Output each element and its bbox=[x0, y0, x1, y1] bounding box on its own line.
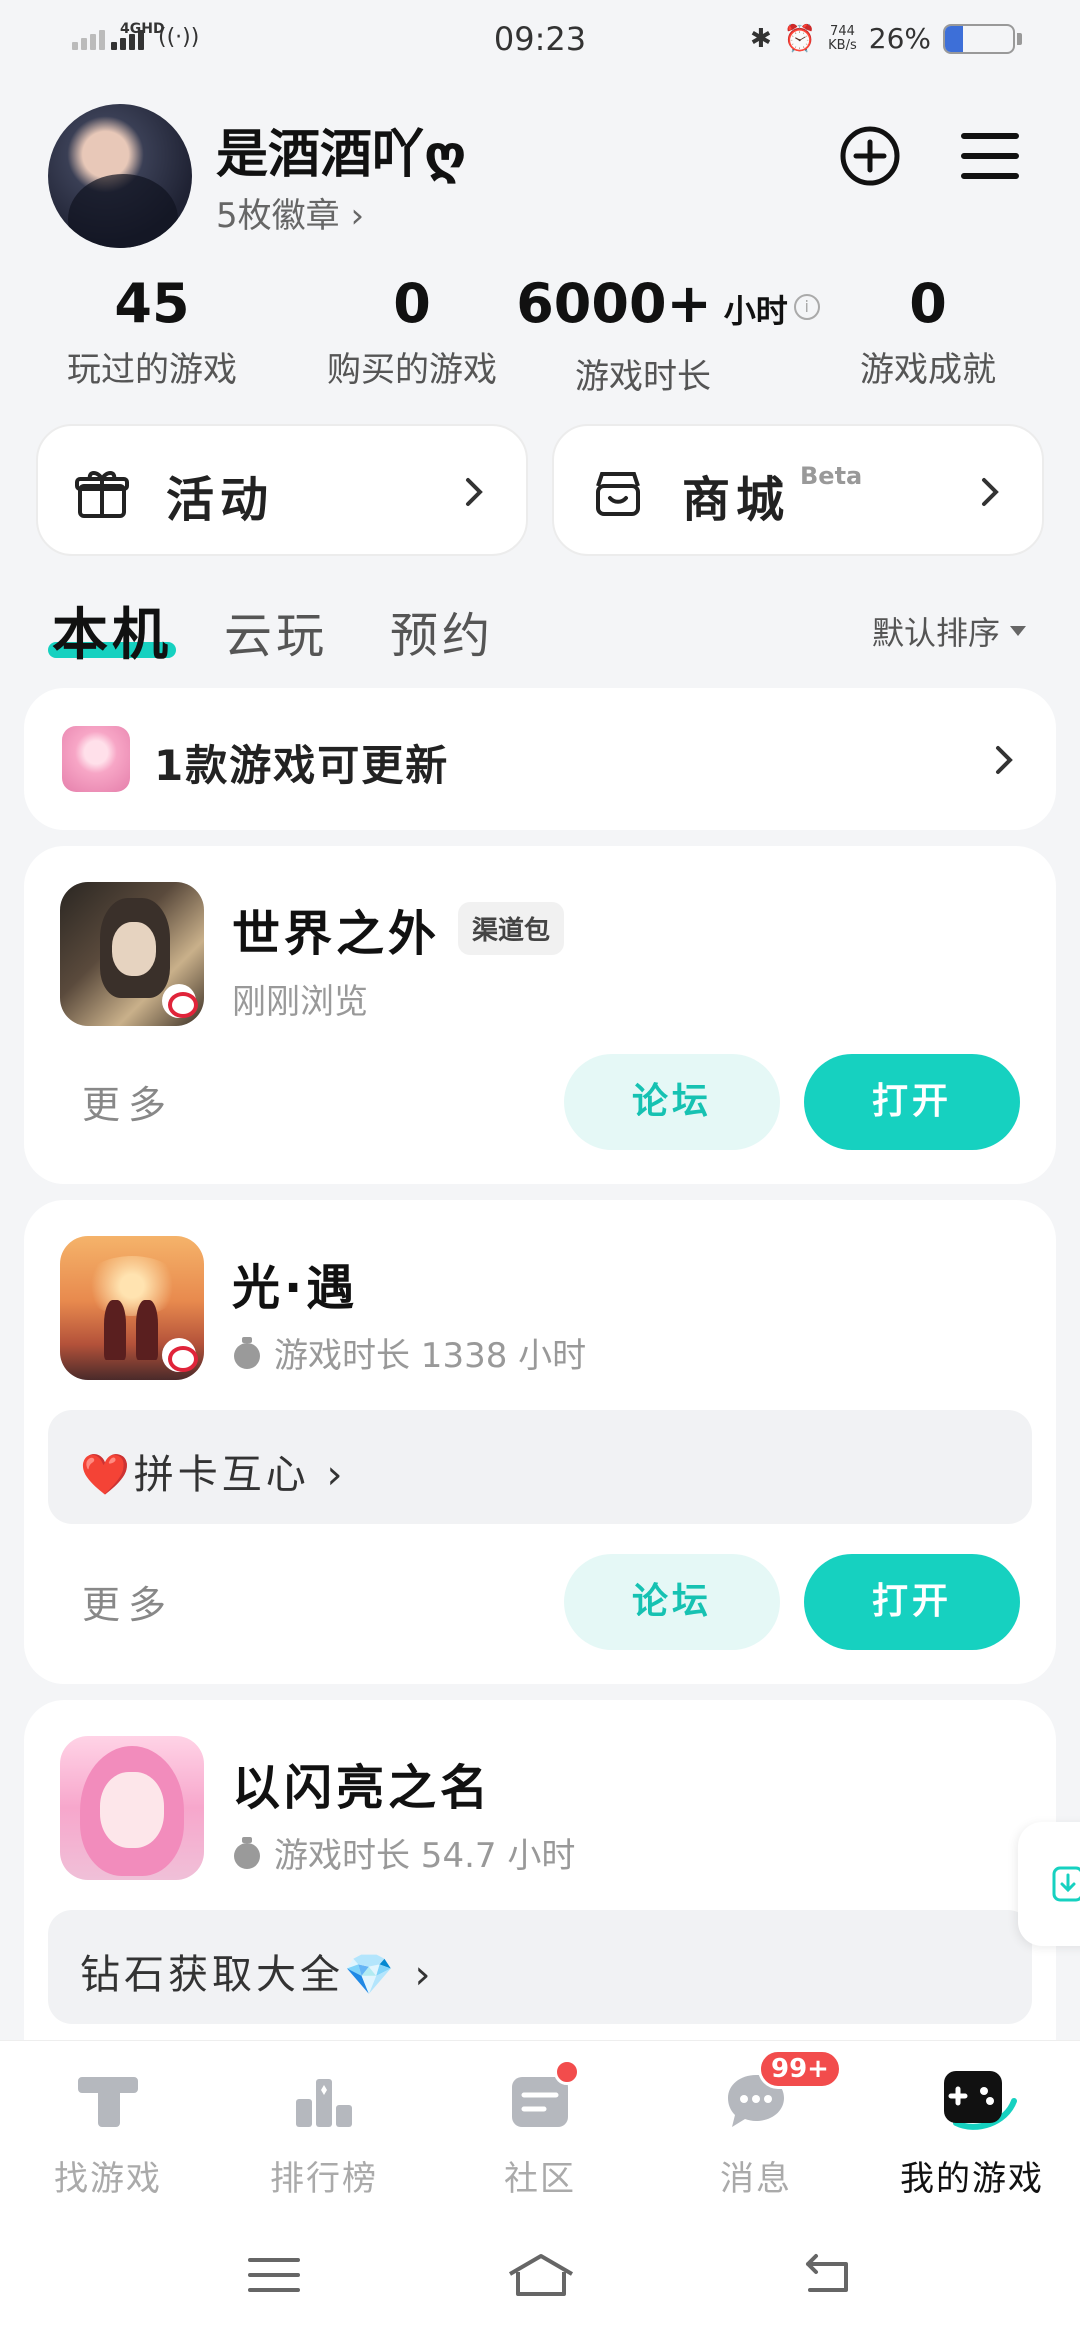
nav-ranking[interactable]: 排行榜 bbox=[216, 2065, 432, 2200]
download-float-button[interactable] bbox=[1018, 1822, 1080, 1946]
community-icon bbox=[504, 2059, 580, 2137]
chevron-right-icon bbox=[996, 746, 1013, 774]
home-icon[interactable] bbox=[506, 2250, 576, 2300]
recents-icon[interactable] bbox=[244, 2250, 304, 2300]
netease-logo-icon bbox=[162, 1338, 198, 1372]
unread-badge: 99+ bbox=[758, 2049, 842, 2089]
game-card: 世界之外 渠道包 刚刚浏览 更多 论坛 打开 bbox=[24, 846, 1056, 1184]
nav-label: 消息 bbox=[720, 2159, 792, 2199]
battery-icon bbox=[943, 23, 1015, 54]
stat-play-time[interactable]: 6000+ 小时 i 游戏时长 bbox=[498, 274, 838, 398]
shop-icon bbox=[596, 472, 640, 516]
stat-label: 游戏时长 bbox=[575, 357, 711, 397]
notification-dot bbox=[554, 2059, 580, 2085]
game-card: 光·遇 游戏时长 1338 小时 ❤️拼卡互心 › 更多 论坛 打开 bbox=[24, 1200, 1056, 1684]
playtime-text: 游戏时长 1338 小时 bbox=[274, 1336, 587, 1376]
nav-label: 我的游戏 bbox=[900, 2159, 1044, 2199]
ranking-icon bbox=[288, 2065, 360, 2137]
timer-icon bbox=[232, 1836, 262, 1869]
chevron-right-icon bbox=[982, 478, 999, 506]
more-button[interactable]: 更多 bbox=[82, 1574, 174, 1629]
forum-button[interactable]: 论坛 bbox=[564, 1554, 780, 1650]
game-subtitle: 游戏时长 1338 小时 bbox=[232, 1328, 586, 1377]
system-navigation bbox=[0, 2230, 1080, 2330]
tab-cloud[interactable]: 云玩 bbox=[224, 596, 328, 666]
beta-tag: Beta bbox=[800, 462, 863, 490]
stat-played-games[interactable]: 45 玩过的游戏 bbox=[22, 274, 282, 391]
activity-label: 活动 bbox=[166, 472, 275, 528]
avatar[interactable] bbox=[48, 104, 192, 248]
forum-button[interactable]: 论坛 bbox=[564, 1054, 780, 1150]
activity-card[interactable]: 活动 bbox=[36, 424, 528, 556]
nickname[interactable]: 是酒酒吖ღ bbox=[216, 112, 466, 187]
net-speed-value: 744 bbox=[830, 23, 855, 39]
stat-value: 0 bbox=[909, 272, 947, 335]
game-subtitle: 游戏时长 54.7 小时 bbox=[232, 1828, 575, 1877]
nav-community[interactable]: 社区 bbox=[432, 2059, 648, 2200]
game-subtitle: 刚刚浏览 bbox=[232, 974, 368, 1023]
stat-value: 6000+ bbox=[516, 272, 712, 335]
shop-card[interactable]: 商城 Beta bbox=[552, 424, 1044, 556]
game-title[interactable]: 世界之外 bbox=[232, 894, 440, 964]
nav-messages[interactable]: 99+ 消息 bbox=[648, 2049, 864, 2200]
battery-cap bbox=[1017, 32, 1022, 45]
gift-icon bbox=[75, 471, 129, 518]
timer-icon bbox=[232, 1336, 262, 1369]
sort-dropdown[interactable]: 默认排序 bbox=[872, 608, 1026, 654]
game-thumbnail bbox=[62, 726, 130, 792]
bluetooth-icon: ✱ bbox=[749, 23, 772, 54]
channel-tag: 渠道包 bbox=[458, 902, 565, 955]
netease-logo-icon bbox=[162, 984, 198, 1018]
alarm-icon: ⏰ bbox=[783, 23, 817, 54]
shop-label: 商城 bbox=[682, 472, 791, 528]
status-bar: 4GHD ((·)) 09:23 ✱ ⏰ 744 KB/s 26% bbox=[0, 0, 1080, 80]
open-button[interactable]: 打开 bbox=[804, 1554, 1020, 1650]
battery-percent: 26% bbox=[868, 22, 931, 55]
game-icon[interactable] bbox=[60, 1736, 204, 1880]
stat-value: 45 bbox=[114, 272, 190, 335]
stat-value-row: 6000+ 小时 i bbox=[498, 274, 838, 341]
back-icon[interactable] bbox=[796, 2250, 856, 2300]
promo-banner[interactable]: 钻石获取大全💎 › bbox=[48, 1910, 1032, 2024]
download-icon bbox=[1052, 1866, 1080, 1902]
subtitle-text: 刚刚浏览 bbox=[232, 982, 368, 1022]
find-games-icon bbox=[72, 2065, 144, 2137]
nav-my-games[interactable]: 我的游戏 bbox=[864, 2065, 1080, 2200]
tab-local[interactable]: 本机 bbox=[52, 590, 172, 671]
nav-label: 找游戏 bbox=[54, 2159, 162, 2199]
update-text: 1款游戏可更新 bbox=[154, 741, 450, 790]
stat-label: 游戏成就 bbox=[860, 350, 996, 390]
stat-label: 玩过的游戏 bbox=[67, 350, 237, 390]
more-button[interactable]: 更多 bbox=[82, 1074, 174, 1129]
nav-find-games[interactable]: 找游戏 bbox=[0, 2065, 216, 2200]
promo-text: 钻石获取大全💎 › bbox=[80, 1952, 435, 1998]
messages-icon: 99+ bbox=[720, 2049, 842, 2137]
nav-label: 社区 bbox=[504, 2159, 576, 2199]
sort-label: 默认排序 bbox=[871, 614, 1000, 652]
tab-reservation[interactable]: 预约 bbox=[390, 596, 494, 666]
battery-fill bbox=[945, 25, 963, 52]
nav-label: 排行榜 bbox=[270, 2159, 378, 2199]
game-icon[interactable] bbox=[60, 1236, 204, 1380]
open-button[interactable]: 打开 bbox=[804, 1054, 1020, 1150]
game-title[interactable]: 光·遇 bbox=[232, 1248, 358, 1318]
stat-achievements[interactable]: 0 游戏成就 bbox=[798, 274, 1058, 391]
playtime-text: 游戏时长 54.7 小时 bbox=[274, 1836, 576, 1876]
badges-link[interactable]: 5枚徽章 › bbox=[216, 188, 364, 237]
add-icon[interactable] bbox=[838, 124, 902, 188]
net-speed-unit: KB/s bbox=[828, 37, 857, 53]
caret-down-icon bbox=[1010, 626, 1026, 636]
update-banner[interactable]: 1款游戏可更新 bbox=[24, 688, 1056, 830]
promo-banner[interactable]: ❤️拼卡互心 › bbox=[48, 1410, 1032, 1524]
chevron-right-icon bbox=[466, 478, 483, 506]
my-games-icon bbox=[936, 2065, 1017, 2137]
menu-icon[interactable] bbox=[958, 124, 1022, 188]
net-speed: 744 KB/s bbox=[828, 23, 857, 53]
game-title[interactable]: 以闪亮之名 bbox=[232, 1748, 492, 1818]
game-icon[interactable] bbox=[60, 882, 204, 1026]
game-card: 以闪亮之名 游戏时长 54.7 小时 钻石获取大全💎 › bbox=[24, 1700, 1056, 2080]
promo-text: ❤️拼卡互心 › bbox=[80, 1452, 347, 1498]
stat-unit: 小时 bbox=[723, 292, 788, 330]
